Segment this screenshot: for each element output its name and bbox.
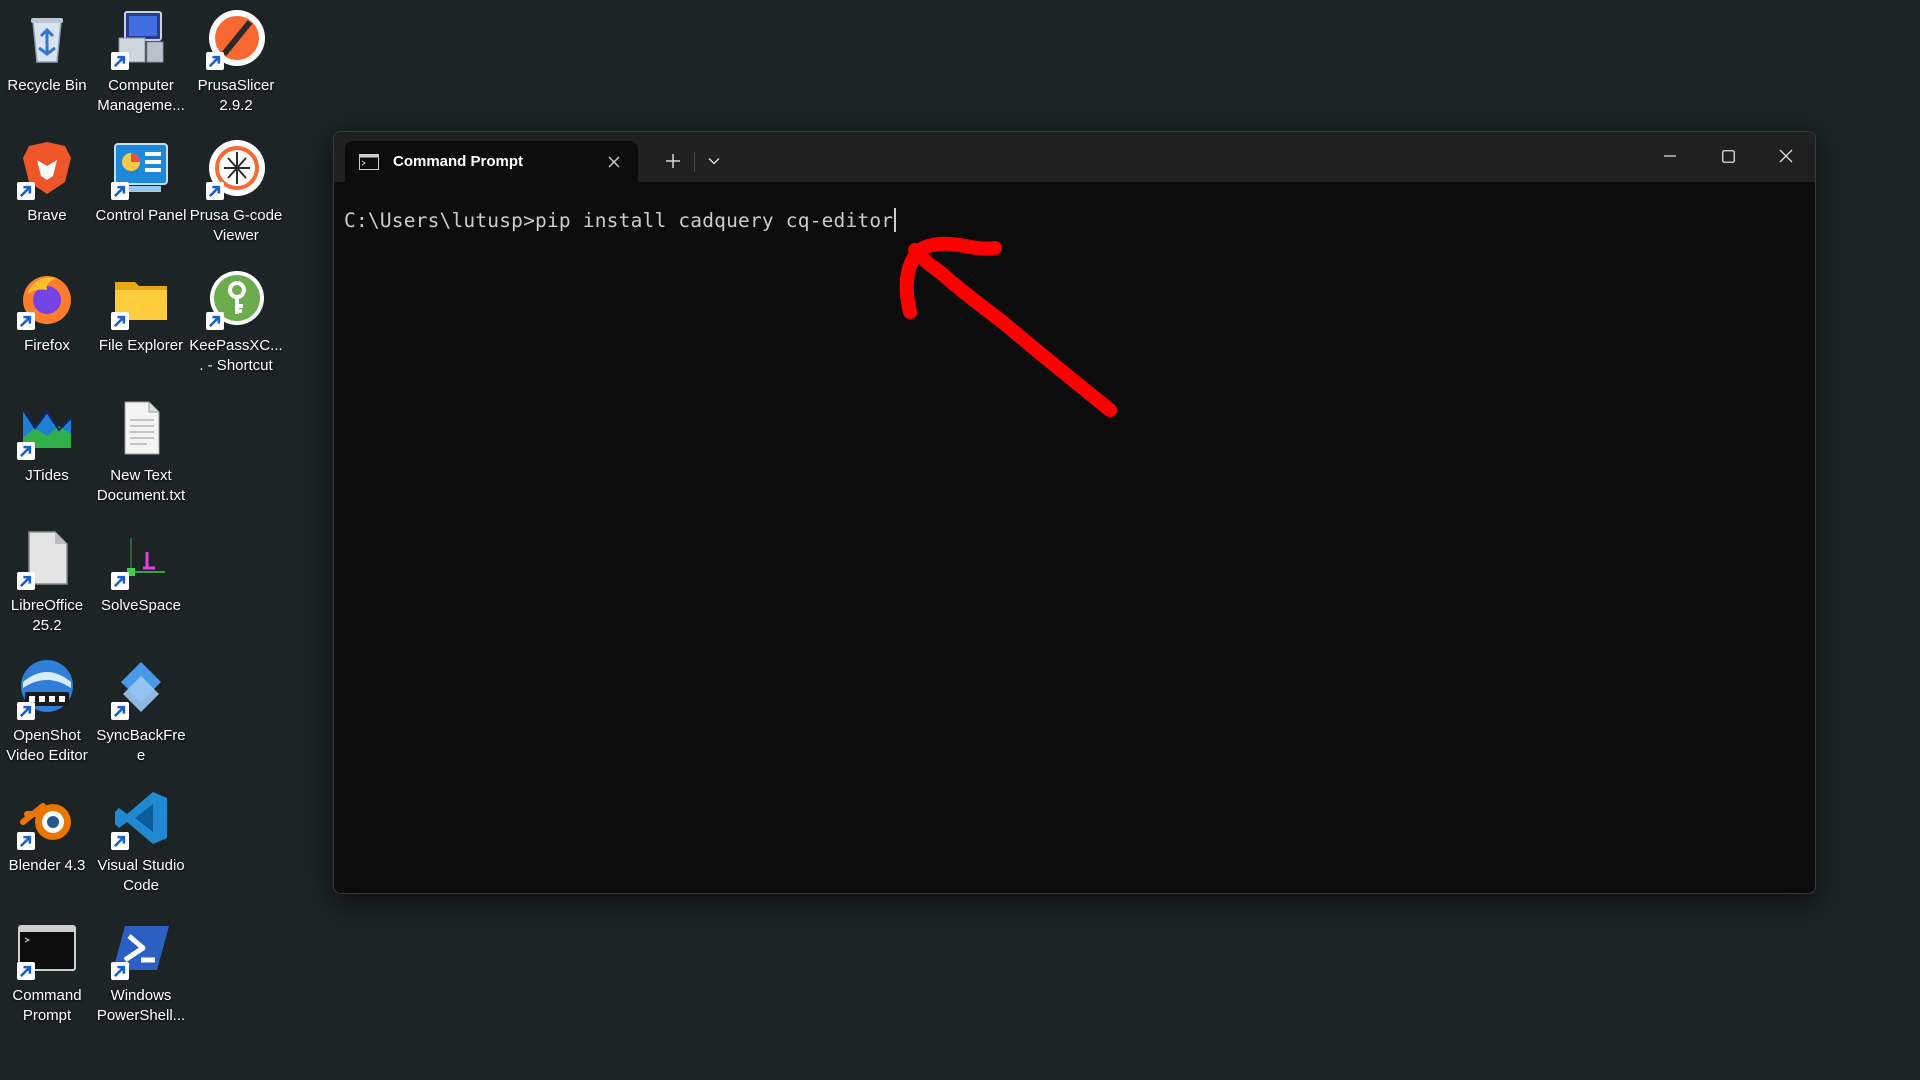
desktop-icon-blender[interactable]: Blender 4.3 — [0, 786, 94, 876]
shortcut-arrow-icon — [111, 572, 129, 590]
terminal-input-line[interactable]: C:\Users\lutusp>pip install cadquery cq-… — [344, 208, 897, 232]
tab-close-button[interactable] — [600, 148, 628, 176]
file-explorer-icon — [109, 266, 173, 330]
desktop-icon-label: Recycle Bin — [7, 77, 87, 94]
desktop-icon-label: Visual Studio Code — [97, 857, 185, 894]
desktop-icon-powershell[interactable]: Windows PowerShell... — [94, 916, 188, 1026]
minimize-button[interactable] — [1641, 132, 1699, 180]
control-panel-icon — [109, 136, 173, 200]
solvespace-icon — [109, 526, 173, 590]
desktop-icon-label: Prusa G-code Viewer — [189, 207, 283, 244]
close-button[interactable] — [1757, 132, 1815, 180]
libreoffice-icon — [15, 526, 79, 590]
chevron-down-icon — [708, 157, 720, 165]
shortcut-arrow-icon — [17, 182, 35, 200]
desktop-icon-openshot[interactable]: OpenShot Video Editor — [0, 656, 94, 766]
text-document-icon — [109, 396, 173, 460]
shortcut-arrow-icon — [111, 312, 129, 330]
desktop-icon-label: New Text Document.txt — [96, 467, 186, 504]
minimize-icon — [1664, 155, 1676, 157]
command-text: pip install cadquery cq-editor — [535, 209, 894, 232]
plus-icon — [666, 154, 680, 168]
desktop-icon-label: File Explorer — [98, 337, 184, 354]
desktop-icon-label: Computer Manageme... — [97, 77, 185, 114]
desktop-icon-libreoffice[interactable]: LibreOffice 25.2 — [0, 526, 94, 636]
desktop-icon-label: OpenShot Video Editor — [6, 727, 88, 764]
new-tab-button[interactable] — [656, 146, 690, 176]
desktop-icon-label: KeePassXC.... - Shortcut — [189, 337, 283, 374]
desktop-icon-label: JTides — [25, 467, 69, 484]
desktop-icon-keepassxc[interactable]: KeePassXC.... - Shortcut — [189, 266, 283, 376]
desktop-icon-command-prompt[interactable]: Command Prompt — [0, 916, 94, 1026]
text-cursor — [894, 208, 897, 232]
shortcut-arrow-icon — [17, 832, 35, 850]
command-prompt-icon — [15, 916, 79, 980]
shortcut-arrow-icon — [111, 52, 129, 70]
shortcut-arrow-icon — [111, 832, 129, 850]
title-bar[interactable]: Command Prompt — [334, 132, 1815, 182]
desktop-icon-label: Windows PowerShell... — [96, 987, 186, 1024]
jtides-icon — [15, 396, 79, 460]
shortcut-arrow-icon — [17, 312, 35, 330]
desktop-icon-vscode[interactable]: Visual Studio Code — [94, 786, 188, 896]
firefox-icon — [15, 266, 79, 330]
desktop-icon-jtides[interactable]: JTides — [0, 396, 94, 486]
tab-dropdown-button[interactable] — [698, 146, 730, 176]
brave-icon — [15, 136, 79, 200]
blender-icon — [15, 786, 79, 850]
desktop-icon-brave[interactable]: Brave — [0, 136, 94, 226]
desktop-icon-label: LibreOffice 25.2 — [10, 597, 84, 634]
powershell-icon — [109, 916, 173, 980]
shortcut-arrow-icon — [206, 52, 224, 70]
desktop-icon-recycle-bin[interactable]: Recycle Bin — [0, 6, 94, 96]
desktop-icon-prusa-gcode-viewer[interactable]: Prusa G-code Viewer — [189, 136, 283, 246]
desktop-icon-label: Blender 4.3 — [8, 857, 86, 874]
tab-command-prompt[interactable]: Command Prompt — [345, 141, 638, 182]
terminal-body[interactable]: C:\Users\lutusp>pip install cadquery cq-… — [334, 182, 1815, 893]
close-icon — [1779, 149, 1793, 163]
desktop-icon-label: Control Panel — [95, 207, 187, 224]
maximize-button[interactable] — [1699, 132, 1757, 180]
desktop-icon-label: PrusaSlicer 2.9.2 — [197, 77, 275, 114]
desktop-icon-syncbackfree[interactable]: SyncBackFree — [94, 656, 188, 766]
vscode-icon — [109, 786, 173, 850]
console-icon — [359, 153, 379, 170]
maximize-icon — [1721, 149, 1735, 163]
shortcut-arrow-icon — [17, 442, 35, 460]
tab-separator — [694, 152, 695, 172]
desktop-icon-control-panel[interactable]: Control Panel — [94, 136, 188, 226]
desktop-icon-file-explorer[interactable]: File Explorer — [94, 266, 188, 356]
desktop-icon-firefox[interactable]: Firefox — [0, 266, 94, 356]
shortcut-arrow-icon — [206, 312, 224, 330]
desktop-icon-prusaslicer[interactable]: PrusaSlicer 2.9.2 — [189, 6, 283, 116]
computer-management-icon — [109, 6, 173, 70]
openshot-icon — [15, 656, 79, 720]
keepassxc-icon — [204, 266, 268, 330]
desktop-icon-label: SyncBackFree — [96, 727, 186, 764]
shortcut-arrow-icon — [17, 702, 35, 720]
prompt-text: C:\Users\lutusp> — [344, 209, 536, 232]
prusa-gcode-viewer-icon — [204, 136, 268, 200]
close-icon — [608, 156, 620, 167]
desktop-icon-label: Firefox — [24, 337, 70, 354]
desktop-icon-label: Brave — [27, 207, 67, 224]
recycle-bin-icon — [15, 6, 79, 70]
desktop-icon-label: Command Prompt — [12, 987, 82, 1024]
shortcut-arrow-icon — [111, 182, 129, 200]
shortcut-arrow-icon — [111, 962, 129, 980]
shortcut-arrow-icon — [206, 182, 224, 200]
shortcut-arrow-icon — [17, 962, 35, 980]
tab-title: Command Prompt — [393, 153, 524, 170]
desktop-icon-new-text-document[interactable]: New Text Document.txt — [94, 396, 188, 506]
desktop-icon-solvespace[interactable]: SolveSpace — [94, 526, 188, 616]
shortcut-arrow-icon — [17, 572, 35, 590]
desktop-icon-computer-management[interactable]: Computer Manageme... — [94, 6, 188, 116]
terminal-window[interactable]: Command Prompt C:\Users\lutusp>pip insta… — [333, 131, 1816, 894]
shortcut-arrow-icon — [111, 702, 129, 720]
desktop-icon-label: SolveSpace — [100, 597, 182, 614]
prusaslicer-icon — [204, 6, 268, 70]
syncbackfree-icon — [109, 656, 173, 720]
